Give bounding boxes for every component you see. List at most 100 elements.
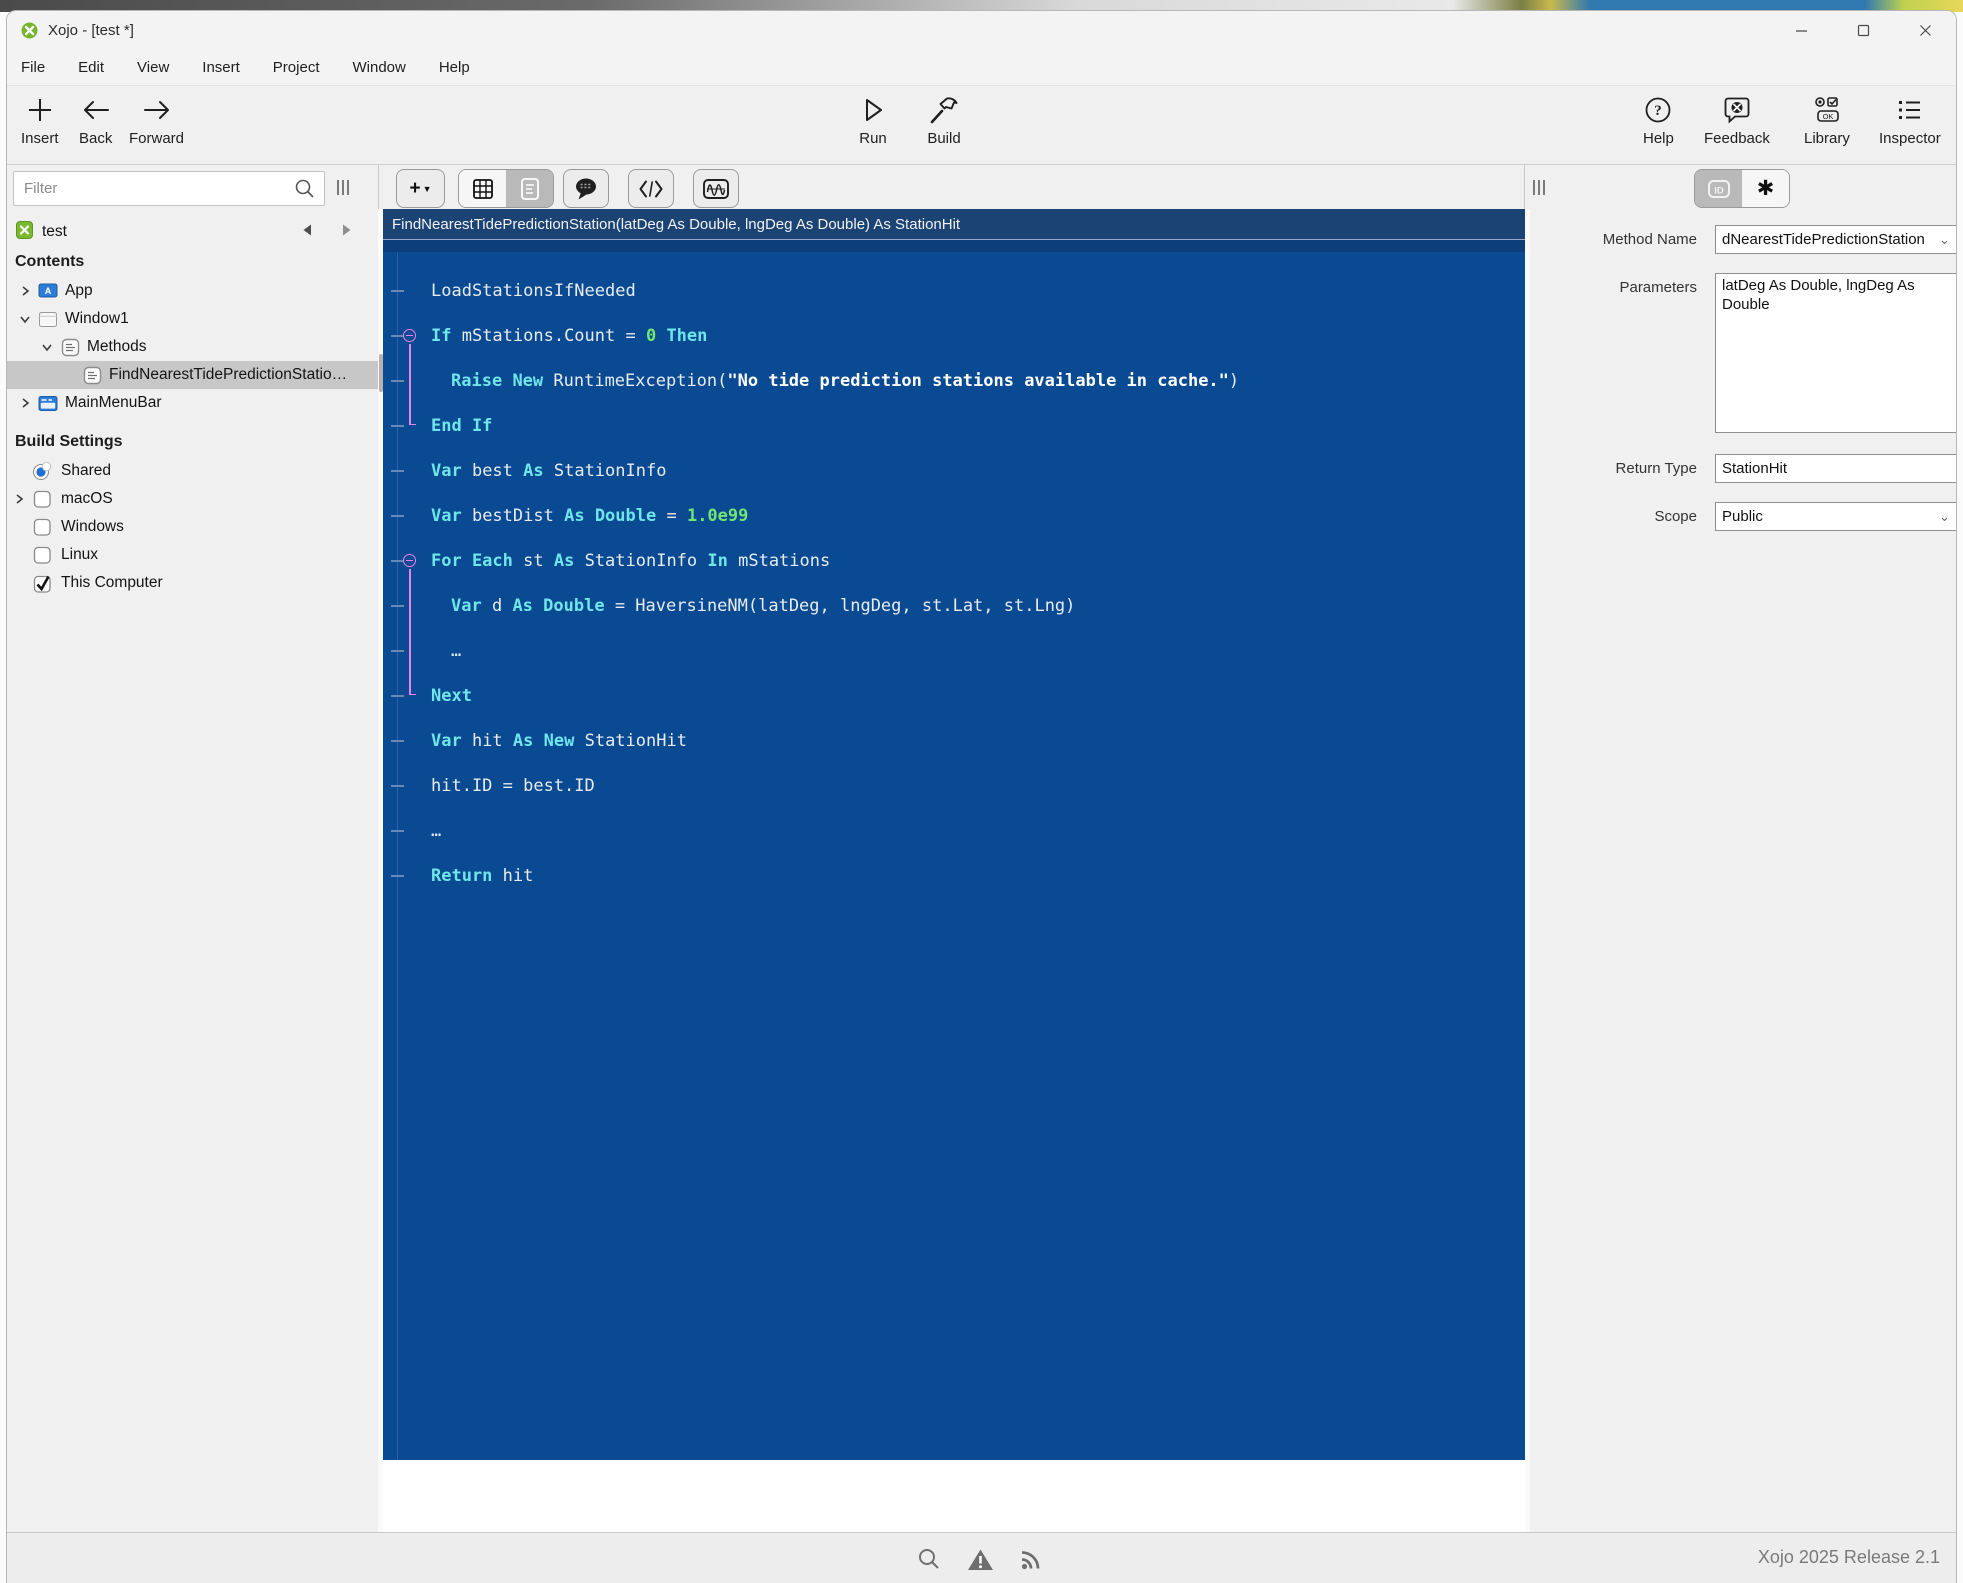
plus-icon: [26, 94, 54, 126]
code-text: Var bestDist As Double = 1.0e99: [383, 506, 748, 526]
scope-select[interactable]: Public ⌄: [1715, 502, 1957, 531]
code-text: End If: [383, 416, 492, 436]
insert-button[interactable]: Insert: [21, 94, 59, 147]
project-row[interactable]: test: [7, 217, 378, 247]
inspector-mode-segmented: ID ✱: [1694, 169, 1790, 208]
code-line[interactable]: End If: [383, 403, 1525, 448]
code-line[interactable]: Raise New RuntimeException("No tide pred…: [383, 358, 1525, 403]
tree-item-app[interactable]: AApp: [7, 277, 378, 305]
code-line[interactable]: If mStations.Count = 0 Then: [383, 313, 1525, 358]
code-line[interactable]: Var bestDist As Double = 1.0e99: [383, 493, 1525, 538]
menu-insert[interactable]: Insert: [202, 59, 240, 76]
tree-item-window1[interactable]: Window1: [7, 305, 378, 333]
list-view-button[interactable]: [506, 170, 553, 207]
fold-collapse-icon[interactable]: [403, 329, 416, 342]
navigator-tree: AAppWindow1MethodsFindNearestTidePredict…: [7, 277, 378, 417]
warnings-icon[interactable]: [967, 1548, 994, 1576]
code-line[interactable]: …: [383, 808, 1525, 853]
filter-input[interactable]: [14, 180, 294, 197]
minimize-button[interactable]: [1770, 11, 1832, 49]
checkbox-checked-icon[interactable]: [31, 574, 53, 593]
chevron-right-icon[interactable]: [15, 397, 35, 409]
tree-item-mainmenubar[interactable]: MainMenuBar: [7, 389, 378, 417]
menu-edit[interactable]: Edit: [78, 59, 104, 76]
inspector-id-tab[interactable]: ID: [1695, 170, 1742, 207]
library-button[interactable]: OK Library: [1804, 94, 1850, 147]
feedback-button[interactable]: Feedback: [1704, 94, 1770, 147]
chevron-down-icon[interactable]: [37, 341, 57, 353]
question-icon: ?: [1643, 94, 1673, 126]
menu-view[interactable]: View: [137, 59, 169, 76]
code-line[interactable]: Var hit As New StationHit: [383, 718, 1525, 763]
search-icon: [294, 178, 316, 200]
run-button[interactable]: Run: [859, 94, 887, 147]
code-line[interactable]: Var d As Double = HaversineNM(latDeg, ln…: [383, 583, 1525, 628]
checkbox-icon[interactable]: [31, 518, 53, 537]
radio-on-icon[interactable]: [31, 461, 53, 481]
fold-collapse-icon[interactable]: [403, 554, 416, 567]
back-button[interactable]: Back: [79, 94, 112, 147]
build-target-linux[interactable]: Linux: [7, 541, 378, 569]
checkbox-icon[interactable]: [31, 546, 53, 565]
code-line[interactable]: Next: [383, 673, 1525, 718]
navigator-panel-grip[interactable]: [337, 180, 349, 195]
code-line[interactable]: hit.ID = best.ID: [383, 763, 1525, 808]
navigator-sidebar: test Contents AAppWindow1MethodsFindNear…: [7, 209, 378, 1533]
inspector-advanced-tab[interactable]: ✱: [1742, 170, 1789, 207]
add-item-button[interactable]: + ▼: [396, 169, 445, 208]
help-button[interactable]: ? Help: [1643, 94, 1674, 147]
maximize-button[interactable]: [1832, 11, 1894, 49]
notes-button[interactable]: [563, 169, 609, 208]
build-target-shared[interactable]: Shared: [7, 457, 378, 485]
parameters-label: Parameters: [1537, 279, 1697, 296]
code-brackets-icon: [638, 178, 664, 200]
window-title: Xojo - [test *]: [48, 22, 134, 39]
chevron-down-icon[interactable]: [15, 313, 35, 325]
chevron-right-icon[interactable]: [7, 493, 31, 505]
menu-window[interactable]: Window: [352, 59, 405, 76]
tree-item-findnearesttidepredictionstatio[interactable]: FindNearestTidePredictionStatio…: [7, 361, 378, 389]
grid-icon: [471, 177, 495, 201]
project-icon: [15, 220, 34, 245]
build-settings-header: Build Settings: [7, 427, 378, 457]
forward-button[interactable]: Forward: [129, 94, 184, 147]
plus-dropdown-icon: +: [409, 178, 420, 200]
code-line[interactable]: …: [383, 628, 1525, 673]
code-text: For Each st As StationInfo In mStations: [383, 551, 830, 571]
app-icon: A: [35, 282, 61, 300]
signals-button[interactable]: [693, 169, 739, 208]
build-button[interactable]: Build: [927, 94, 961, 147]
parameters-textarea[interactable]: latDeg As Double, lngDeg As Double: [1715, 273, 1957, 433]
grid-view-button[interactable]: [459, 170, 506, 207]
feed-icon[interactable]: [1020, 1548, 1044, 1576]
code-line[interactable]: LoadStationsIfNeeded: [383, 268, 1525, 313]
code-line[interactable]: Return hit: [383, 853, 1525, 898]
build-target-this-computer[interactable]: This Computer: [7, 569, 378, 597]
menu-file[interactable]: File: [21, 59, 45, 76]
inspector-button[interactable]: Inspector: [1879, 94, 1941, 147]
checkbox-icon[interactable]: [31, 490, 53, 509]
return-type-input[interactable]: [1715, 454, 1957, 483]
build-target-macos[interactable]: macOS: [7, 485, 378, 513]
nav-forward-arrow[interactable]: [340, 223, 354, 242]
close-button[interactable]: [1894, 11, 1956, 49]
nav-back-arrow[interactable]: [300, 223, 314, 242]
method-name-combo[interactable]: dNearestTidePredictionStation ⌄: [1715, 225, 1957, 254]
menu-help[interactable]: Help: [439, 59, 470, 76]
tree-item-methods[interactable]: Methods: [7, 333, 378, 361]
code-area[interactable]: LoadStationsIfNeededIf mStations.Count =…: [383, 252, 1525, 1460]
menu-bar: File Edit View Insert Project Window Hel…: [7, 49, 1956, 86]
search-results-icon[interactable]: [917, 1547, 941, 1576]
code-line[interactable]: Var best As StationInfo: [383, 448, 1525, 493]
chevron-right-icon[interactable]: [15, 285, 35, 297]
code-editor-pane: FindNearestTidePredictionStation(latDeg …: [383, 209, 1525, 1533]
code-view-button[interactable]: [628, 169, 674, 208]
code-text: …: [383, 821, 441, 841]
inspector-panel-grip[interactable]: [1533, 180, 1545, 195]
build-target-windows[interactable]: Windows: [7, 513, 378, 541]
code-line[interactable]: For Each st As StationInfo In mStations: [383, 538, 1525, 583]
menu-project[interactable]: Project: [273, 59, 320, 76]
filter-field[interactable]: [13, 171, 325, 206]
tree-item-label: MainMenuBar: [65, 394, 162, 412]
play-icon: [859, 94, 887, 126]
